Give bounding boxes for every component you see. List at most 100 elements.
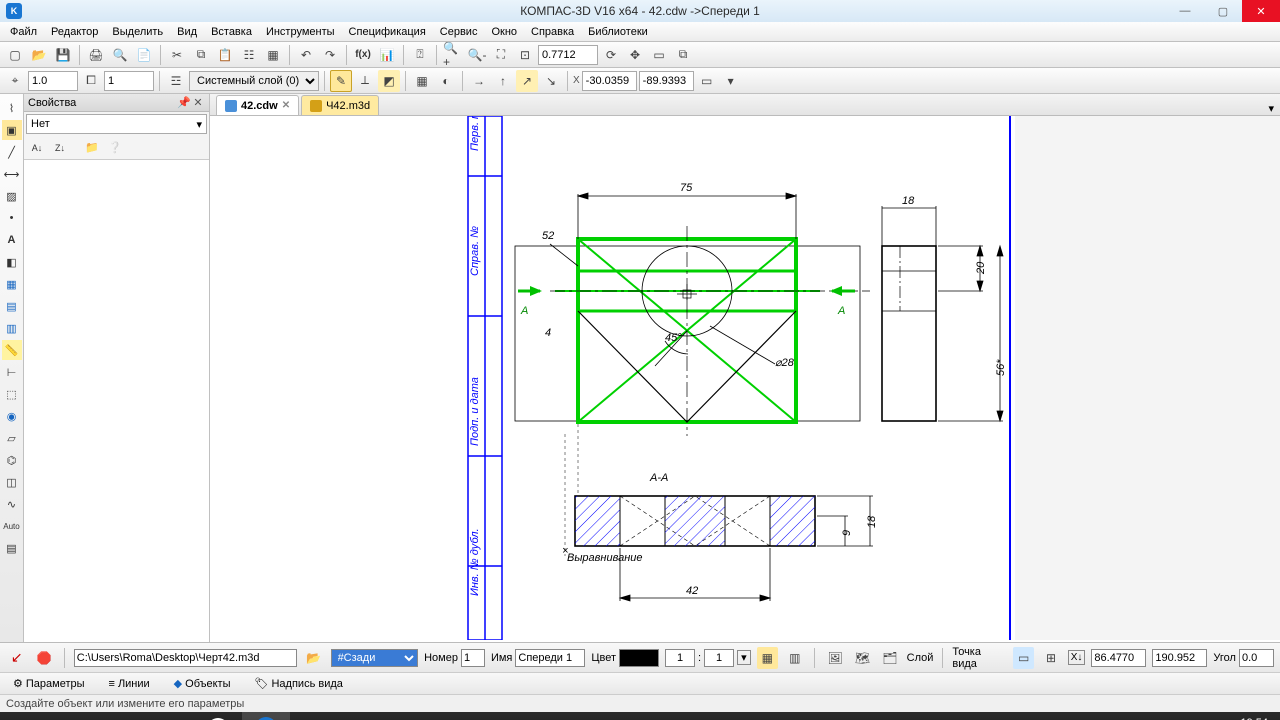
projection-select[interactable]: #Сзади xyxy=(331,649,419,667)
toolbar-menu-icon[interactable]: ▾ xyxy=(720,70,742,92)
snap-icon[interactable]: ⌖ xyxy=(4,70,26,92)
table-icon[interactable]: ▦ xyxy=(262,44,284,66)
spec-icon[interactable]: ▤ xyxy=(2,296,22,316)
browse-icon[interactable]: 📂 xyxy=(303,647,324,669)
sort-az-icon[interactable]: A↓ xyxy=(27,138,47,158)
file-path-input[interactable] xyxy=(74,649,297,667)
edit-mode-icon[interactable]: ✎ xyxy=(330,70,352,92)
tab-lines[interactable]: ≡Линии xyxy=(102,674,157,694)
arrow-right-icon[interactable]: → xyxy=(468,70,490,92)
scale-opt2-icon[interactable]: ▥ xyxy=(784,647,805,669)
multiwin-icon[interactable]: ⧉ xyxy=(672,44,694,66)
menu-spec[interactable]: Спецификация xyxy=(343,24,432,40)
redo-icon[interactable]: ↷ xyxy=(319,44,341,66)
color-select[interactable] xyxy=(619,649,659,667)
select-tool-icon[interactable]: ⬚ xyxy=(2,384,22,404)
zoom-fit-icon[interactable]: ⊡ xyxy=(514,44,536,66)
layer-select[interactable]: Системный слой (0) xyxy=(189,71,319,91)
arrow-left-icon[interactable]: ↙ xyxy=(6,647,27,669)
menu-view[interactable]: Вид xyxy=(171,24,203,40)
snap-input[interactable] xyxy=(28,71,78,91)
new-icon[interactable]: ▢ xyxy=(4,44,26,66)
paste-icon[interactable]: 📋 xyxy=(214,44,236,66)
properties-selector[interactable]: Нет ▾ xyxy=(26,114,207,134)
zoom-window-icon[interactable]: ⛶ xyxy=(490,44,512,66)
measure-icon[interactable]: 📏 xyxy=(2,340,22,360)
kompas-task-icon[interactable]: K xyxy=(242,712,290,720)
maximize-button[interactable]: ▢ xyxy=(1204,0,1242,22)
curve-icon[interactable]: ∿ xyxy=(2,494,22,514)
vp-x-input[interactable] xyxy=(1091,649,1146,667)
save-icon[interactable]: 💾 xyxy=(52,44,74,66)
pan-icon[interactable]: ✥ xyxy=(624,44,646,66)
tab-params[interactable]: ⚙Параметры xyxy=(6,674,92,694)
stop-icon[interactable]: 🛑 xyxy=(33,647,54,669)
arrow-up-icon[interactable]: ↑ xyxy=(492,70,514,92)
vp-icon1[interactable]: ▭ xyxy=(1013,647,1034,669)
drawing-canvas[interactable]: Перв. прим. Справ. № Подп. и дата Инв. №… xyxy=(210,116,1280,642)
zoom-out-icon[interactable]: 🔍- xyxy=(466,44,488,66)
point-icon[interactable]: • xyxy=(2,208,22,228)
auto-icon[interactable]: Auto xyxy=(2,516,22,536)
doc-icon[interactable]: 📄 xyxy=(133,44,155,66)
tab-close-icon[interactable]: ✕ xyxy=(282,100,290,111)
tabs-overflow-icon[interactable]: ▾ xyxy=(1262,102,1280,115)
designation-icon[interactable]: ◧ xyxy=(2,252,22,272)
break-icon[interactable]: ⊢ xyxy=(2,362,22,382)
sort-za-icon[interactable]: Z↓ xyxy=(50,138,70,158)
word-icon[interactable]: W xyxy=(146,712,194,720)
views-tool-icon[interactable]: ▱ xyxy=(2,428,22,448)
local-cs-icon[interactable]: ◩ xyxy=(378,70,400,92)
copy-icon[interactable]: ⧉ xyxy=(190,44,212,66)
menu-window[interactable]: Окно xyxy=(485,24,523,40)
prop-help-icon[interactable]: ❔ xyxy=(105,138,125,158)
param-icon[interactable]: ▥ xyxy=(2,318,22,338)
line-icon[interactable]: ╱ xyxy=(2,142,22,162)
prop-folder-icon[interactable]: 📁 xyxy=(82,138,102,158)
edit-icon[interactable]: ▣ xyxy=(2,120,22,140)
refresh-icon[interactable]: ⟳ xyxy=(600,44,622,66)
views-icon[interactable]: ▭ xyxy=(648,44,670,66)
tab-objects[interactable]: ◆Объекты xyxy=(167,674,238,694)
name-input[interactable] xyxy=(515,649,585,667)
img3-icon[interactable]: 🗂 xyxy=(879,647,900,669)
tab-view-label[interactable]: 🏷Надпись вида xyxy=(248,674,350,694)
cut-icon[interactable]: ✂ xyxy=(166,44,188,66)
explorer-icon[interactable]: 📁 xyxy=(50,712,98,720)
coord-y-input[interactable] xyxy=(639,71,694,91)
close-button[interactable]: ✕ xyxy=(1242,0,1280,22)
geom-icon[interactable]: ⌇ xyxy=(2,98,22,118)
menu-editor[interactable]: Редактор xyxy=(45,24,104,40)
yandex-icon[interactable]: Y xyxy=(194,712,242,720)
vp-y-input[interactable] xyxy=(1152,649,1207,667)
zoom-input[interactable] xyxy=(538,45,598,65)
tab-m3d[interactable]: Ч42.m3d xyxy=(301,95,379,115)
angle-input[interactable] xyxy=(1239,649,1274,667)
hatch-icon[interactable]: ▨ xyxy=(2,186,22,206)
vars-icon[interactable]: 📊 xyxy=(376,44,398,66)
img1-icon[interactable]: 🖼 xyxy=(824,647,845,669)
clip-icon[interactable]: ◫ xyxy=(2,472,22,492)
zoom-in-icon[interactable]: 🔍+ xyxy=(442,44,464,66)
menu-tools[interactable]: Инструменты xyxy=(260,24,341,40)
help-pointer-icon[interactable]: ⍰ xyxy=(409,44,431,66)
menu-help[interactable]: Справка xyxy=(525,24,580,40)
menu-libraries[interactable]: Библиотеки xyxy=(582,24,654,40)
assoc-icon[interactable]: ⌬ xyxy=(2,450,22,470)
menu-insert[interactable]: Вставка xyxy=(205,24,258,40)
step-icon[interactable]: ⧠ xyxy=(80,70,102,92)
scale1-input[interactable] xyxy=(665,649,695,667)
table-tool-icon[interactable]: ▦ xyxy=(2,274,22,294)
scale-opt1-icon[interactable]: ▦ xyxy=(757,647,778,669)
round-icon[interactable]: ◐ xyxy=(435,70,457,92)
menu-file[interactable]: Файл xyxy=(4,24,43,40)
ortho-icon[interactable]: ⟂ xyxy=(354,70,376,92)
text-icon[interactable]: A xyxy=(2,230,22,250)
coord-lock-icon[interactable]: ▭ xyxy=(696,70,718,92)
menu-select[interactable]: Выделить xyxy=(106,24,169,40)
scale2-input[interactable] xyxy=(704,649,734,667)
properties-icon[interactable]: ☷ xyxy=(238,44,260,66)
tab-42cdw[interactable]: 42.cdw ✕ xyxy=(216,95,299,115)
arrow-diag-icon[interactable]: ↘ xyxy=(540,70,562,92)
step-input[interactable] xyxy=(104,71,154,91)
